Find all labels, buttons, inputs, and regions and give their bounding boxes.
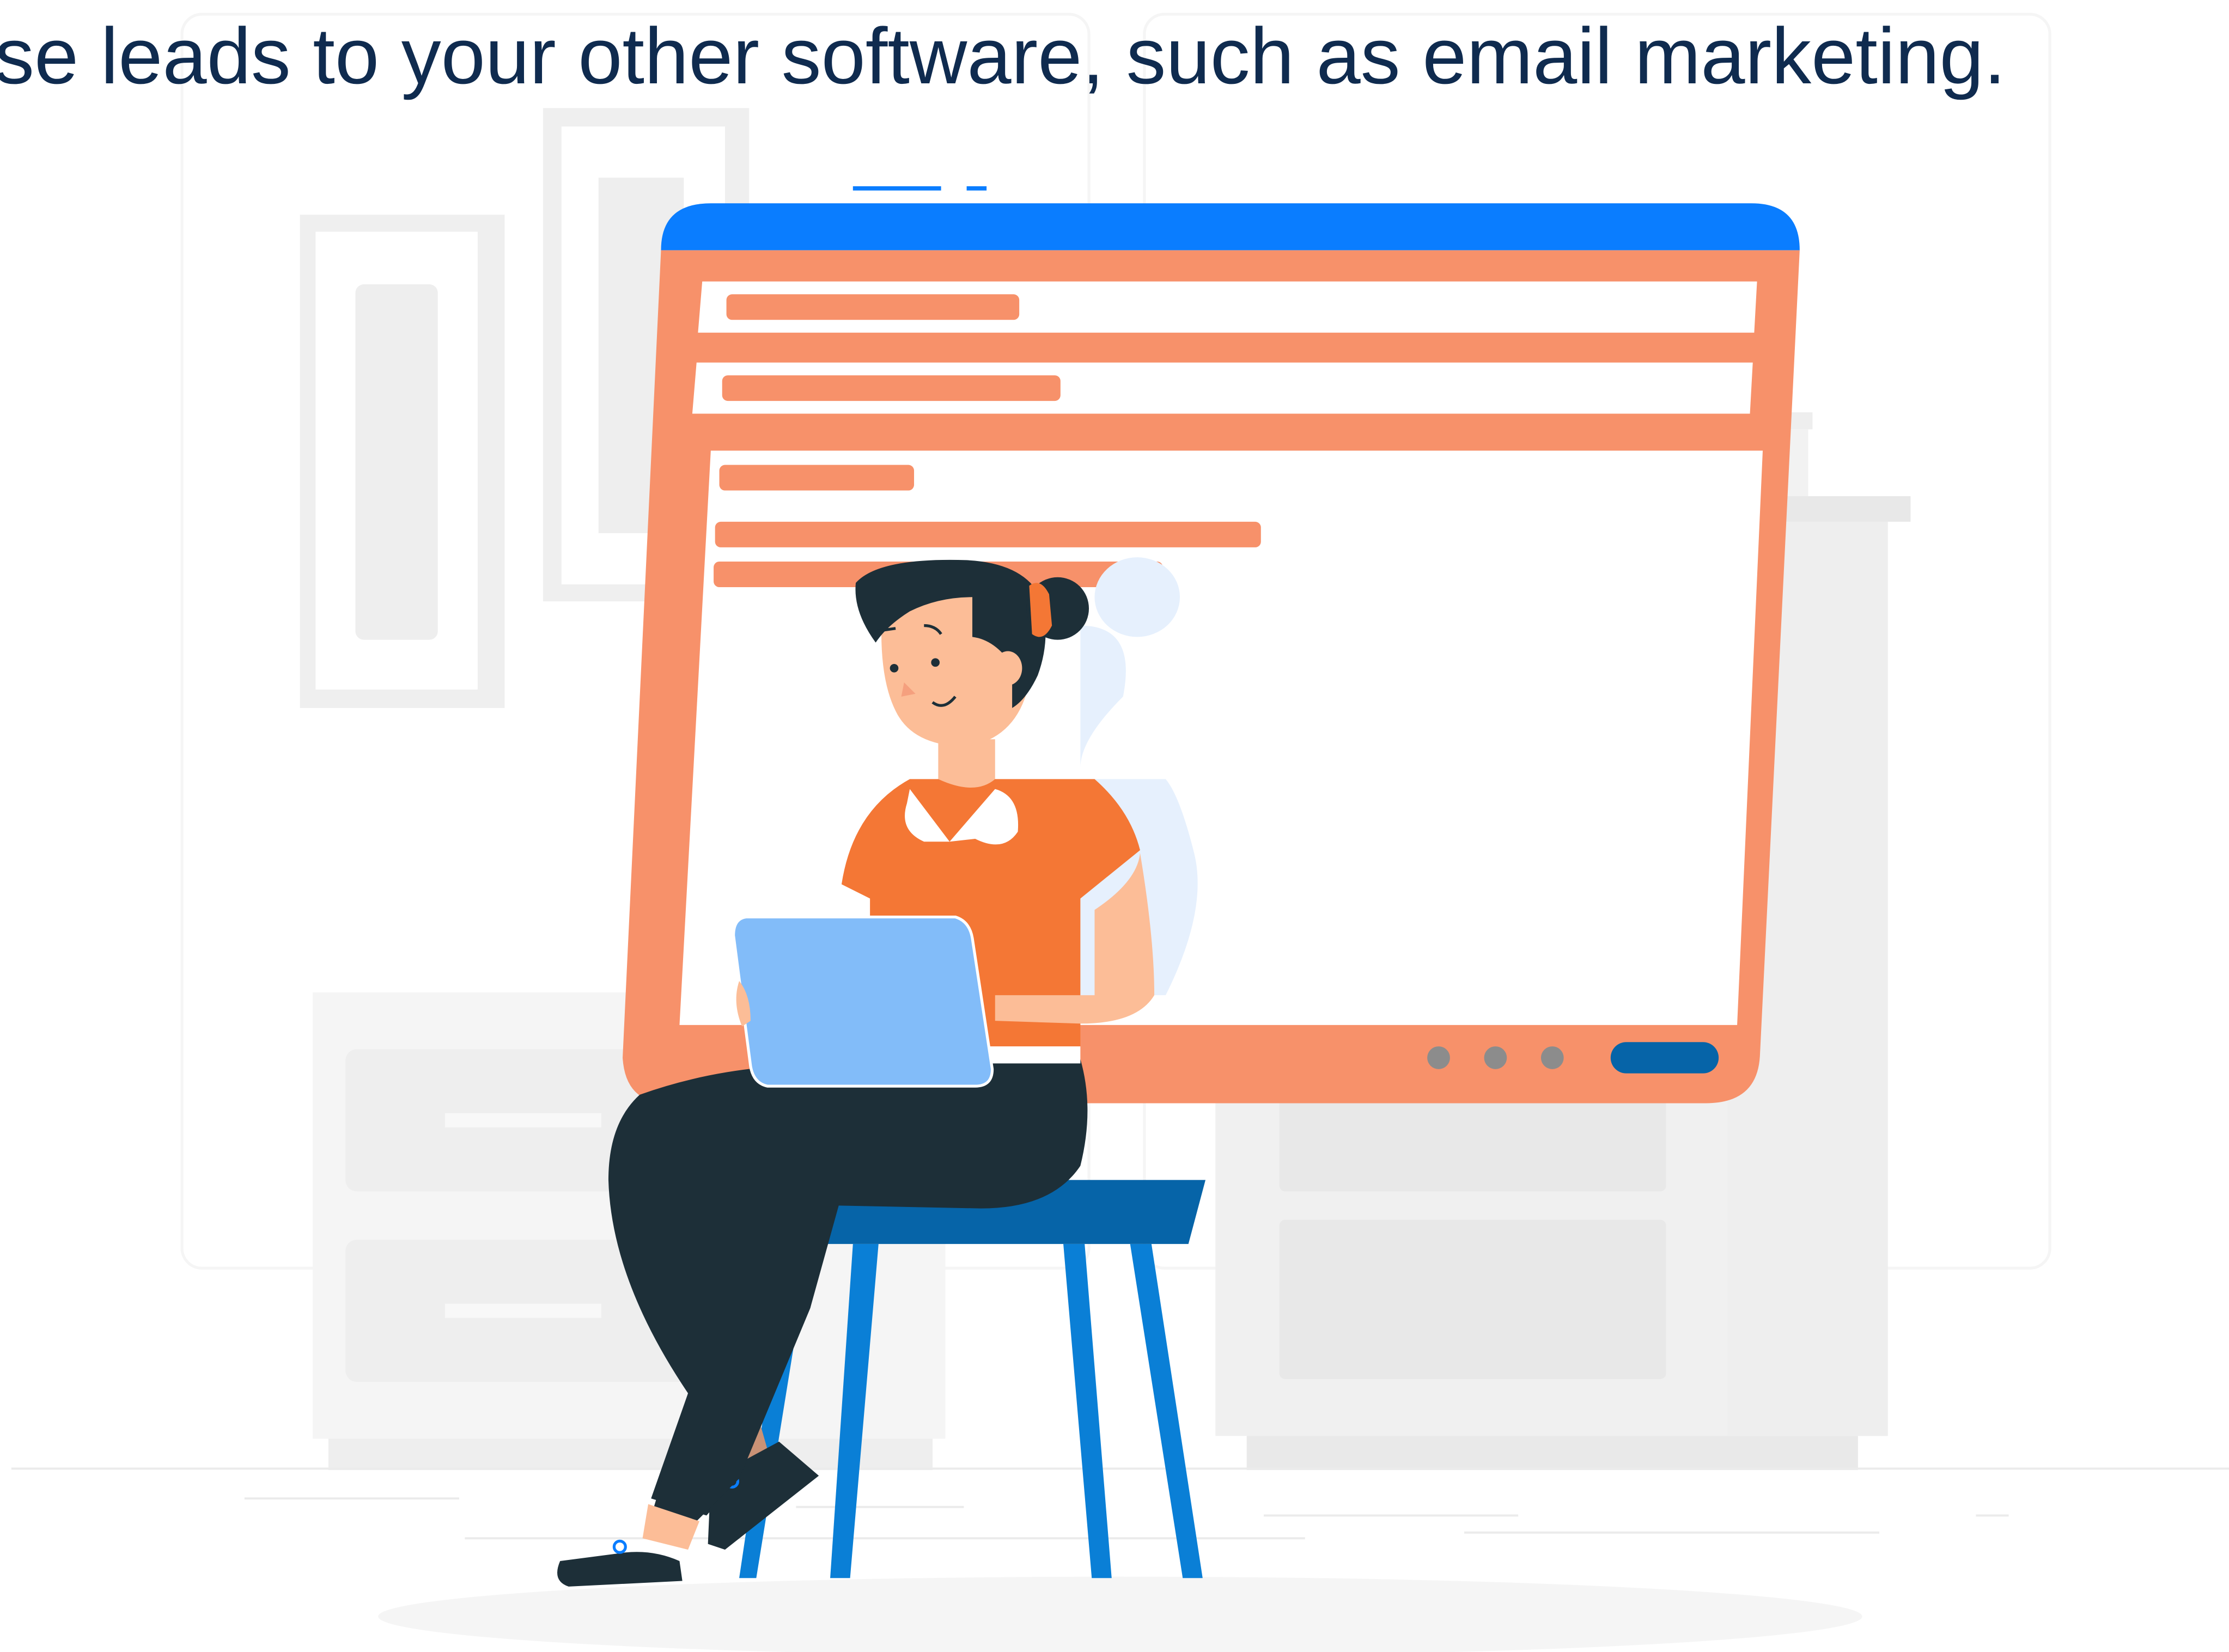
floor-shadow bbox=[378, 1576, 1862, 1652]
illustration bbox=[11, 13, 2229, 1652]
page: se leads to your other software, such as… bbox=[0, 0, 2229, 1652]
page-heading: se leads to your other software, such as… bbox=[0, 4, 2229, 108]
floor-lines bbox=[11, 1467, 2229, 1540]
heading-text: se leads to your other software, such as… bbox=[0, 11, 2006, 100]
